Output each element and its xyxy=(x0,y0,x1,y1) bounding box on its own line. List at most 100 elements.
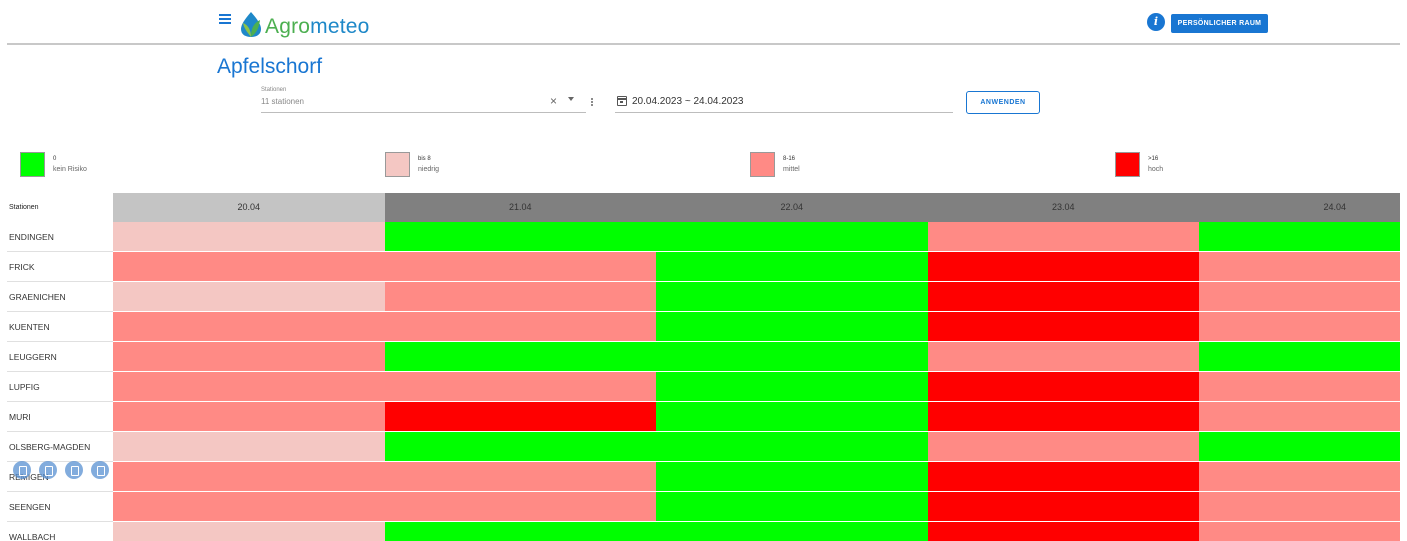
risk-cell-none[interactable] xyxy=(1199,342,1400,372)
station-name[interactable]: MURI xyxy=(7,402,113,432)
risk-cell-none[interactable] xyxy=(656,282,928,312)
risk-cell-none[interactable] xyxy=(656,462,928,492)
hamburger-menu-icon[interactable] xyxy=(219,14,231,24)
risk-cell-none[interactable] xyxy=(1199,222,1400,252)
legend-swatch xyxy=(750,152,775,177)
day-header: 20.04 xyxy=(113,193,385,222)
legend-value: >16 xyxy=(1148,156,1159,162)
risk-cell-medium[interactable] xyxy=(384,462,656,492)
risk-cell-medium[interactable] xyxy=(384,252,656,282)
apply-button[interactable]: ANWENDEN xyxy=(966,91,1040,114)
risk-cell-none[interactable] xyxy=(1199,432,1400,462)
legend-value: 0 xyxy=(53,156,57,162)
legend-label: kein Risiko xyxy=(53,166,87,173)
risk-cell-medium[interactable] xyxy=(927,222,1199,252)
risk-cell-high[interactable] xyxy=(927,312,1199,342)
risk-cell-low[interactable] xyxy=(113,282,385,312)
list-action-icon[interactable] xyxy=(39,461,57,479)
stations-header: Stationen xyxy=(9,204,39,211)
risk-table: Stationen 20.04 21.04 22.04 23.04 24.04 ENDIN… xyxy=(7,193,1400,541)
risk-cell-medium[interactable] xyxy=(113,402,385,432)
stations-select[interactable]: Stationen 11 stationen × xyxy=(261,87,586,113)
risk-cell-high[interactable] xyxy=(927,402,1199,432)
calendar-action-icon[interactable] xyxy=(65,461,83,479)
risk-cell-none[interactable] xyxy=(656,402,928,432)
risk-cell-medium[interactable] xyxy=(113,372,385,402)
risk-cell-low[interactable] xyxy=(113,522,385,541)
risk-cell-low[interactable] xyxy=(113,222,385,252)
risk-cell-none[interactable] xyxy=(656,342,928,372)
risk-cell-medium[interactable] xyxy=(384,492,656,522)
risk-cell-high[interactable] xyxy=(927,522,1199,541)
info-button[interactable]: i xyxy=(1147,13,1165,31)
risk-cell-low[interactable] xyxy=(113,432,385,462)
risk-cell-none[interactable] xyxy=(656,222,928,252)
risk-cell-medium[interactable] xyxy=(1199,252,1400,282)
info-action-icon[interactable] xyxy=(13,461,31,479)
logo-text: Agrometeo xyxy=(265,15,370,39)
risk-cell-medium[interactable] xyxy=(113,342,385,372)
station-name[interactable]: LEUGGERN xyxy=(7,342,113,372)
risk-cell-medium[interactable] xyxy=(113,492,385,522)
station-name[interactable]: FRICK xyxy=(7,252,113,282)
more-options-icon[interactable] xyxy=(591,98,595,107)
chevron-down-icon[interactable] xyxy=(568,97,574,101)
station-name[interactable]: GRAENICHEN xyxy=(7,282,113,312)
logo-text-meteo: meteo xyxy=(310,15,370,38)
bookmark-action-icon[interactable] xyxy=(91,461,109,479)
risk-cell-none[interactable] xyxy=(656,312,928,342)
risk-cell-none[interactable] xyxy=(656,372,928,402)
date-range-picker[interactable]: 20.04.2023 ~ 24.04.2023 xyxy=(615,92,953,113)
floating-action-bar xyxy=(13,461,117,481)
table-row: SEENGEN xyxy=(7,492,1400,522)
station-name[interactable]: WALLBACH xyxy=(7,522,113,541)
risk-cell-none[interactable] xyxy=(384,522,656,541)
risk-cell-medium[interactable] xyxy=(927,432,1199,462)
station-name[interactable]: OLSBERG-MAGDEN xyxy=(7,432,113,462)
personal-space-button[interactable]: PERSÖNLICHER RAUM xyxy=(1171,14,1268,33)
risk-cell-medium[interactable] xyxy=(113,252,385,282)
day-header: 22.04 xyxy=(656,193,928,222)
table-row: REMIGEN xyxy=(7,462,1400,492)
risk-cell-medium[interactable] xyxy=(384,282,656,312)
table-row: WALLBACH xyxy=(7,522,1400,541)
risk-cell-none[interactable] xyxy=(656,252,928,282)
risk-cell-medium[interactable] xyxy=(384,312,656,342)
legend-swatch xyxy=(1115,152,1140,177)
risk-cell-none[interactable] xyxy=(656,492,928,522)
table-row: MURI xyxy=(7,402,1400,432)
risk-cell-high[interactable] xyxy=(927,282,1199,312)
risk-cell-medium[interactable] xyxy=(927,342,1199,372)
table-row: KUENTEN xyxy=(7,312,1400,342)
risk-cell-high[interactable] xyxy=(927,462,1199,492)
agrometeo-logo[interactable]: Agrometeo xyxy=(238,9,370,39)
day-header: 21.04 xyxy=(384,193,656,222)
risk-cell-medium[interactable] xyxy=(113,312,385,342)
risk-cell-medium[interactable] xyxy=(1199,282,1400,312)
station-name[interactable]: ENDINGEN xyxy=(7,222,113,252)
risk-cell-high[interactable] xyxy=(927,492,1199,522)
risk-cell-high[interactable] xyxy=(927,372,1199,402)
table-row: FRICK xyxy=(7,252,1400,282)
risk-cell-medium[interactable] xyxy=(384,372,656,402)
risk-cell-none[interactable] xyxy=(656,522,928,541)
station-name[interactable]: LUPFIG xyxy=(7,372,113,402)
table-row: LEUGGERN xyxy=(7,342,1400,372)
risk-cell-none[interactable] xyxy=(384,222,656,252)
risk-cell-medium[interactable] xyxy=(1199,492,1400,522)
clear-icon[interactable]: × xyxy=(550,94,557,108)
risk-cell-medium[interactable] xyxy=(113,462,385,492)
risk-cell-none[interactable] xyxy=(384,342,656,372)
risk-cell-medium[interactable] xyxy=(1199,372,1400,402)
station-name[interactable]: KUENTEN xyxy=(7,312,113,342)
station-name[interactable]: SEENGEN xyxy=(7,492,113,522)
risk-cell-medium[interactable] xyxy=(1199,522,1400,541)
risk-cell-high[interactable] xyxy=(927,252,1199,282)
risk-cell-none[interactable] xyxy=(384,432,656,462)
risk-cell-high[interactable] xyxy=(384,402,656,432)
risk-cell-medium[interactable] xyxy=(1199,462,1400,492)
risk-cell-none[interactable] xyxy=(656,432,928,462)
calendar-icon[interactable] xyxy=(617,96,627,106)
risk-cell-medium[interactable] xyxy=(1199,312,1400,342)
risk-cell-medium[interactable] xyxy=(1199,402,1400,432)
